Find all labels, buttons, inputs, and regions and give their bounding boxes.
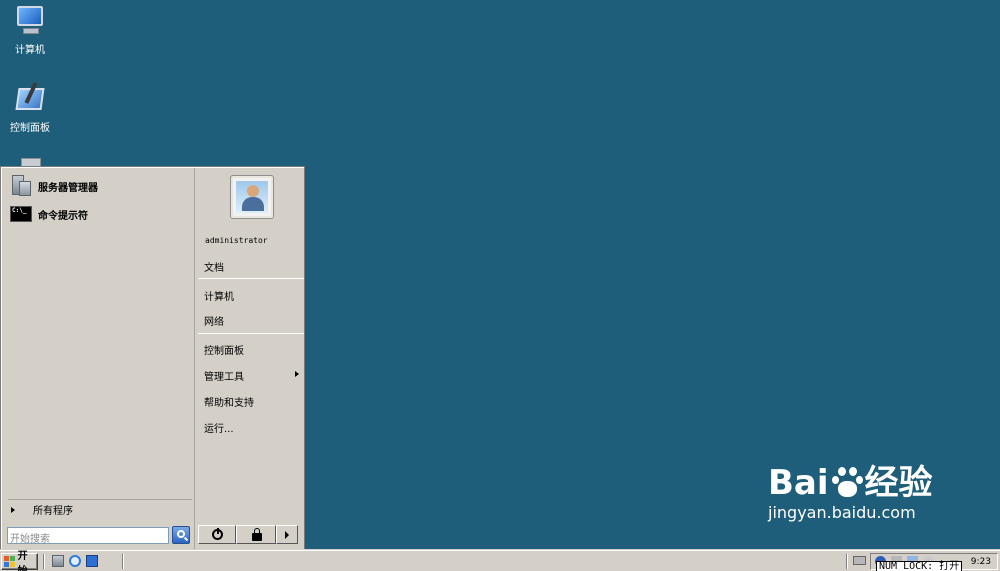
start-search-input[interactable]: 开始搜索 — [7, 527, 169, 545]
divider — [846, 554, 848, 569]
numlock-tooltip: NUM LOCK: 打开 — [876, 561, 963, 571]
menu-item-computer[interactable]: 计算机 — [204, 288, 234, 303]
power-controls — [198, 525, 298, 544]
all-programs-label: 所有程序 — [33, 506, 73, 517]
desktop-icon-label: 计算机 — [15, 45, 45, 56]
menu-item-run[interactable]: 运行... — [204, 420, 234, 435]
desktop-icon-computer[interactable]: 计算机 — [0, 4, 60, 56]
chevron-right-icon — [295, 371, 299, 377]
taskbar: 开始 9:23 — [0, 550, 1000, 571]
menu-item-control-panel[interactable]: 控制面板 — [204, 342, 244, 357]
username: administrator — [205, 236, 268, 245]
power-icon — [212, 528, 223, 540]
power-options-button[interactable] — [276, 525, 298, 544]
server-manager-icon[interactable] — [52, 555, 64, 567]
lock-button[interactable] — [236, 525, 276, 544]
desktop-icon-label: 控制面板 — [10, 123, 50, 134]
watermark-url: jingyan.baidu.com — [768, 503, 916, 522]
start-menu: 服务器管理器 C:\_ 命令提示符 所有程序 开始搜索 administrato… — [0, 166, 305, 550]
chevron-right-icon — [11, 506, 15, 513]
chevron-right-icon — [285, 531, 289, 539]
baidu-logo: Bai 经验 — [768, 463, 933, 503]
computer-icon — [13, 4, 47, 38]
menu-item-network[interactable]: 网络 — [204, 313, 224, 328]
control-panel-icon — [13, 82, 47, 116]
desktop-icon-control-panel[interactable]: 控制面板 — [0, 82, 60, 134]
windows-logo-icon — [4, 556, 16, 567]
lock-icon — [252, 528, 262, 541]
all-programs-button[interactable]: 所有程序 — [8, 499, 192, 519]
printer-icon[interactable] — [853, 556, 866, 565]
search-button[interactable] — [172, 526, 190, 544]
menu-item-help-support[interactable]: 帮助和支持 — [204, 394, 254, 409]
start-menu-left-pane: 服务器管理器 C:\_ 命令提示符 所有程序 开始搜索 — [2, 168, 195, 550]
divider — [43, 554, 45, 569]
clock[interactable]: 9:23 — [971, 557, 991, 567]
internet-explorer-icon[interactable] — [69, 555, 81, 567]
shutdown-button[interactable] — [198, 525, 236, 544]
divider — [198, 333, 304, 334]
show-desktop-icon[interactable] — [86, 555, 98, 567]
start-button[interactable]: 开始 — [1, 551, 38, 571]
divider — [122, 554, 124, 569]
pinned-item-server-manager[interactable]: 服务器管理器 — [2, 172, 194, 200]
menu-item-documents[interactable]: 文档 — [204, 259, 224, 274]
server-manager-icon — [10, 175, 32, 197]
pinned-item-label: 服务器管理器 — [38, 182, 98, 194]
baidu-watermark: Bai 经验 jingyan.baidu.com — [768, 465, 933, 522]
user-avatar[interactable] — [230, 175, 274, 219]
start-menu-right-pane: administrator 文档 计算机 网络 控制面板 管理工具 帮助和支持 … — [196, 168, 305, 550]
menu-item-admin-tools[interactable]: 管理工具 — [204, 368, 244, 383]
pinned-item-label: 命令提示符 — [38, 210, 88, 222]
divider — [198, 278, 304, 279]
command-prompt-icon: C:\_ — [10, 203, 32, 225]
paw-icon — [829, 465, 865, 499]
start-button-label: 开始 — [17, 550, 28, 571]
pinned-item-command-prompt[interactable]: C:\_ 命令提示符 — [2, 200, 194, 228]
